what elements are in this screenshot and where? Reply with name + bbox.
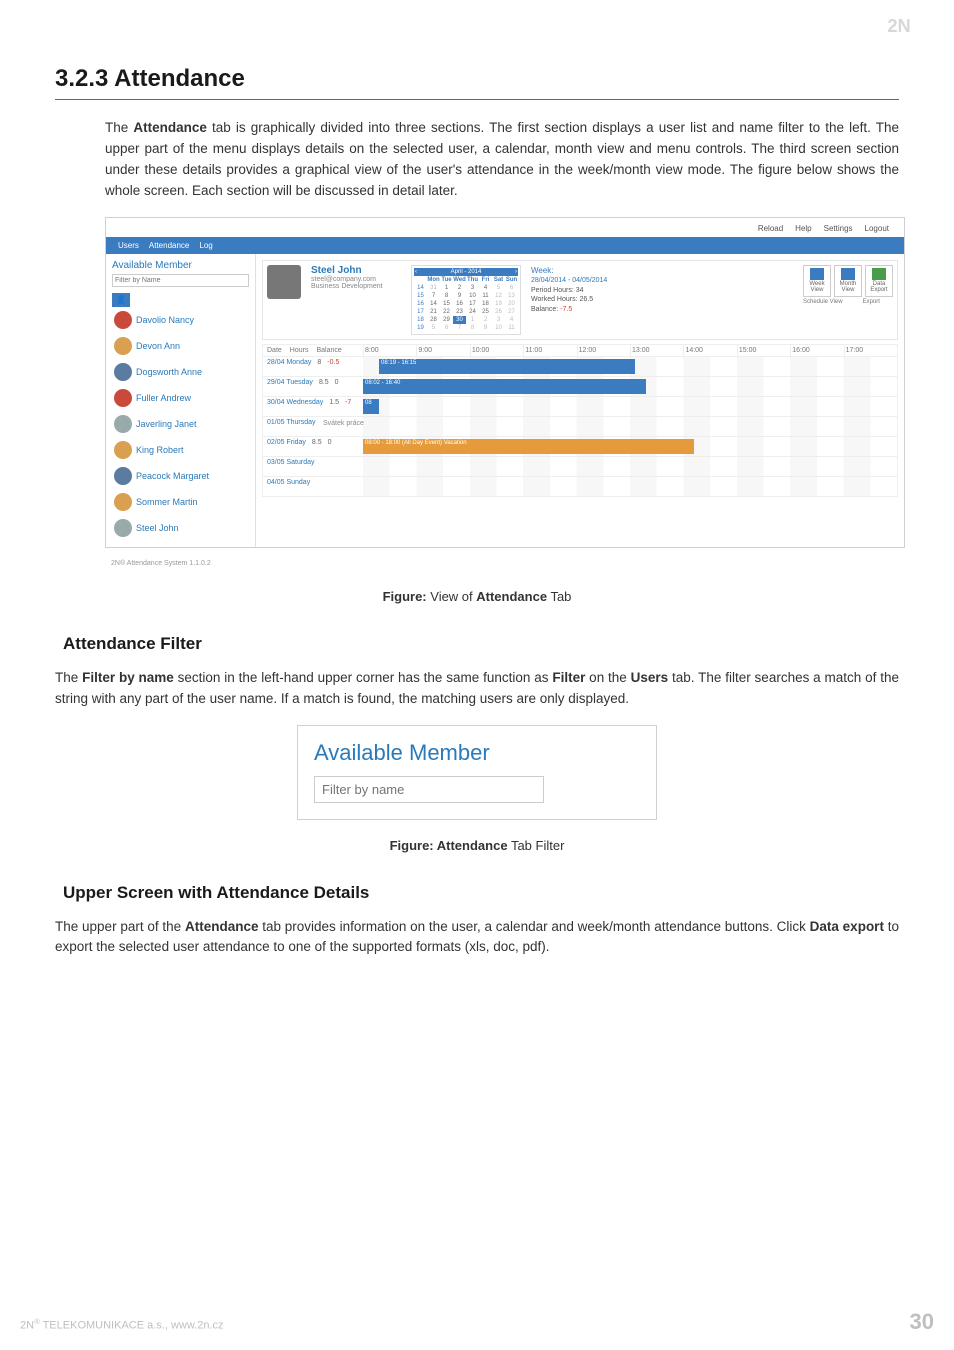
week-view-icon — [810, 268, 824, 280]
sidebar-item-javerling[interactable]: Javerling Janet — [112, 411, 249, 437]
avatar-icon — [114, 519, 132, 537]
title-underline — [55, 99, 899, 100]
day-row-tue: 29/04 Tuesday8.50 08:02 - 16:40 — [262, 377, 898, 397]
week-summary: Week: 28/04/2014 - 04/05/2014 Period Hou… — [531, 265, 641, 315]
app-version: 2N® Attendance System 1.1.0.2 — [105, 556, 899, 571]
filter-by-name-input[interactable] — [314, 776, 544, 803]
avatar-icon — [114, 415, 132, 433]
top-links: Reload Help Settings Logout — [106, 218, 904, 237]
main-tabs: Users Attendance Log — [106, 237, 904, 254]
holiday-note: Svátek práce — [323, 420, 364, 427]
attendance-bar[interactable]: 08 — [363, 399, 379, 414]
attendance-bar[interactable]: 08:02 - 16:40 — [363, 379, 646, 394]
selected-avatar — [267, 265, 301, 299]
avatar-icon — [114, 493, 132, 511]
vacation-bar[interactable]: 08:00 - 18:00 (All Day Event) Vacation — [363, 439, 694, 454]
filter-paragraph: The Filter by name section in the left-h… — [55, 668, 899, 710]
day-row-sun: 04/05 Sunday — [262, 477, 898, 497]
sidebar-item-king[interactable]: King Robert — [112, 437, 249, 463]
period-hours: Period Hours: 34 — [531, 286, 641, 296]
sidebar-item-dogsworth[interactable]: Dogsworth Anne — [112, 359, 249, 385]
export-icon — [872, 268, 886, 280]
sidebar-item-steel[interactable]: Steel John — [112, 515, 249, 541]
brand-logo: 2N — [879, 10, 939, 40]
balance-value: Balance: -7.5 — [531, 305, 641, 315]
day-row-fri: 02/05 Friday8.50 08:00 - 18:00 (All Day … — [262, 437, 898, 457]
view-controls: WeekView MonthView DataExport Schedule V… — [803, 265, 893, 305]
worked-hours: Worked Hours: 26.5 — [531, 295, 641, 305]
avatar-icon — [114, 363, 132, 381]
col-date: Date — [267, 347, 282, 354]
filter-screenshot: Available Member — [297, 725, 657, 820]
selected-user-dept: Business Development — [311, 283, 401, 290]
intro-paragraph: The Attendance tab is graphically divide… — [105, 118, 899, 202]
footer-company: 2N® TELEKOMUNIKACE a.s., www.2n.cz — [20, 1317, 224, 1332]
attendance-screenshot: Reload Help Settings Logout Users Attend… — [105, 217, 905, 548]
page-number: 30 — [910, 1309, 934, 1335]
day-row-wed: 30/04 Wednesday1.5-7 08 — [262, 397, 898, 417]
person-icon: 👤 — [112, 293, 130, 307]
schedule-view-label: Schedule View — [803, 299, 843, 305]
week-view-button[interactable]: WeekView — [803, 265, 831, 297]
term-attendance: Attendance — [133, 120, 207, 135]
week-range: 28/04/2014 - 04/05/2014 — [531, 276, 641, 286]
timeline-header: DateHoursBalance 8:009:0010:0011:0012:00… — [262, 344, 898, 357]
cal-prev-icon[interactable]: ‹ — [415, 269, 417, 275]
day-row-sat: 03/05 Saturday — [262, 457, 898, 477]
upper-paragraph: The upper part of the Attendance tab pro… — [55, 917, 899, 959]
calendar-grid: MonTueWedThuFriSatSun 1431123456 1578910… — [414, 276, 518, 332]
figure1-caption: Figure: View of Attendance Tab — [55, 589, 899, 604]
link-settings[interactable]: Settings — [824, 224, 853, 233]
avatar-icon — [114, 467, 132, 485]
selected-user-name: Steel John — [311, 265, 401, 276]
export-label: Export — [863, 299, 880, 305]
cal-title: April - 2014 — [451, 269, 482, 275]
subsection-upper: Upper Screen with Attendance Details — [63, 883, 899, 903]
link-help[interactable]: Help — [795, 224, 811, 233]
link-logout[interactable]: Logout — [865, 224, 889, 233]
sidebar-item-peacock[interactable]: Peacock Margaret — [112, 463, 249, 489]
sidebar-title: Available Member — [112, 260, 249, 271]
page-title: 3.2.3 Attendance — [55, 65, 899, 93]
sidebar-item-sommer[interactable]: Sommer Martin — [112, 489, 249, 515]
tab-users[interactable]: Users — [118, 241, 139, 250]
sidebar-item-devon[interactable]: Devon Ann — [112, 333, 249, 359]
sidebar: Available Member 👤 Davolio Nancy Devon A… — [106, 254, 256, 547]
col-hours: Hours — [290, 347, 309, 354]
avatar-icon — [114, 337, 132, 355]
svg-text:2N: 2N — [887, 15, 910, 36]
link-reload[interactable]: Reload — [758, 224, 783, 233]
attendance-bar[interactable]: 08:19 - 16:15 — [379, 359, 635, 374]
col-balance: Balance — [316, 347, 341, 354]
week-label: Week: — [531, 265, 641, 276]
day-row-thu: 01/05 Thursday Svátek práce — [262, 417, 898, 437]
subsection-filter: Attendance Filter — [63, 634, 899, 654]
detail-header: Steel John steel@company.com Business De… — [262, 260, 898, 340]
avatar-icon — [114, 389, 132, 407]
page-footer: 2N® TELEKOMUNIKACE a.s., www.2n.cz 30 — [20, 1309, 934, 1335]
avatar-icon — [114, 311, 132, 329]
sidebar-item-fuller[interactable]: Fuller Andrew — [112, 385, 249, 411]
filter-input[interactable] — [112, 274, 249, 287]
filter-title: Available Member — [314, 740, 640, 766]
figure2-caption: Figure: Attendance Tab Filter — [55, 838, 899, 853]
month-view-button[interactable]: MonthView — [834, 265, 862, 297]
avatar-icon — [114, 441, 132, 459]
tab-attendance[interactable]: Attendance — [149, 241, 189, 250]
data-export-button[interactable]: DataExport — [865, 265, 893, 297]
sidebar-item-davolio[interactable]: Davolio Nancy — [112, 307, 249, 333]
tab-log[interactable]: Log — [199, 241, 212, 250]
cal-next-icon[interactable]: › — [515, 269, 517, 275]
month-view-icon — [841, 268, 855, 280]
day-row-mon: 28/04 Monday8-0.5 08:19 - 16:15 — [262, 357, 898, 377]
calendar[interactable]: ‹ April - 2014 › MonTueWedThuFriSatSun 143… — [411, 265, 521, 335]
selected-user-email: steel@company.com — [311, 276, 401, 283]
